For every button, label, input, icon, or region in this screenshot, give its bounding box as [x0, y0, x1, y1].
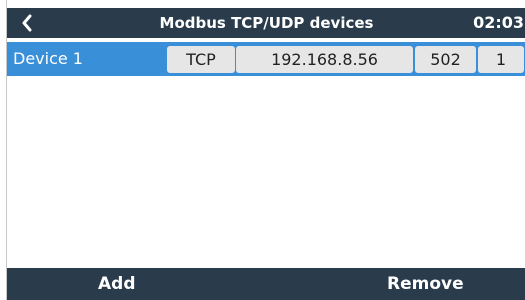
header-bar: Modbus TCP/UDP devices 02:03: [7, 8, 525, 38]
unit-id-field[interactable]: 1: [478, 46, 524, 73]
ip-address-field[interactable]: 192.168.8.56: [236, 46, 413, 73]
page-title: Modbus TCP/UDP devices: [159, 14, 374, 32]
port-field[interactable]: 502: [415, 46, 476, 73]
chevron-left-icon: [22, 14, 32, 32]
add-button[interactable]: Add: [98, 268, 136, 300]
device-row[interactable]: Device 1 TCP 192.168.8.56 502 1: [7, 42, 525, 76]
protocol-field[interactable]: TCP: [167, 46, 235, 73]
footer-bar: Add Remove: [7, 268, 525, 300]
back-button[interactable]: [15, 8, 39, 38]
device-name: Device 1: [13, 49, 83, 68]
remove-button[interactable]: Remove: [387, 268, 464, 300]
app-window: Modbus TCP/UDP devices 02:03 Device 1 TC…: [6, 0, 525, 300]
clock: 02:03: [473, 13, 524, 32]
